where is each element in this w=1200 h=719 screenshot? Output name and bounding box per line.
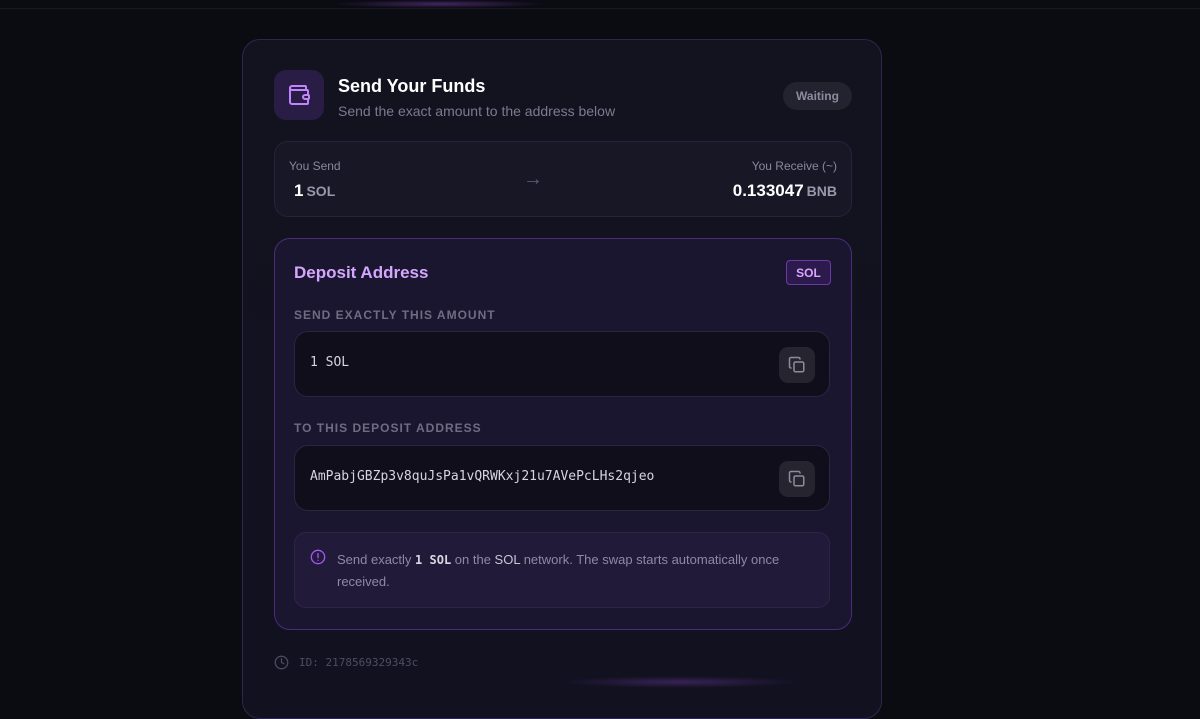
send-unit: SOL bbox=[306, 183, 336, 199]
notice-prefix: Send exactly bbox=[337, 552, 416, 567]
copy-icon bbox=[788, 470, 805, 487]
order-id-text: ID: 2178569329343c bbox=[299, 656, 419, 669]
receive-value: 0.133047 BNB bbox=[733, 181, 837, 201]
deposit-title: Deposit Address bbox=[294, 263, 429, 282]
notice-middle: on the bbox=[451, 552, 495, 567]
notice-box: Send exactly 1 SOL on the SOL network. T… bbox=[294, 532, 830, 608]
send-amount: 1 bbox=[294, 181, 304, 200]
top-bar bbox=[0, 0, 1200, 9]
address-value: AmPabjGBZp3v8quJsPa1vQRWKxj21u7AVePcLHs2… bbox=[310, 469, 655, 484]
chain-badge: SOL bbox=[786, 260, 831, 285]
receive-label: You Receive (~) bbox=[751, 159, 837, 173]
swap-summary: You Send 1 SOL → You Receive (~) 0.133047… bbox=[274, 141, 852, 217]
notice-network: SOL bbox=[494, 552, 521, 567]
copy-icon bbox=[788, 356, 805, 373]
amount-field: 1 SOL bbox=[294, 331, 830, 397]
wallet-icon-container bbox=[274, 70, 324, 120]
send-value: 1 SOL bbox=[294, 181, 335, 201]
arrow-right-icon: → bbox=[523, 168, 543, 190]
send-funds-card: Send Your Funds Send the exact amount to… bbox=[242, 39, 882, 719]
notice-text: Send exactly 1 SOL on the SOL network. T… bbox=[337, 549, 812, 593]
bottom-glow bbox=[560, 676, 800, 688]
order-id: ID: 2178569329343c bbox=[274, 655, 418, 670]
amount-value: 1 SOL bbox=[310, 355, 350, 370]
deposit-panel: Deposit Address SOL SEND EXACTLY THIS AM… bbox=[274, 238, 852, 630]
wallet-icon bbox=[289, 85, 310, 105]
copy-amount-button[interactable] bbox=[779, 347, 815, 383]
address-label: TO THIS DEPOSIT ADDRESS bbox=[294, 421, 482, 435]
copy-address-button[interactable] bbox=[779, 461, 815, 497]
address-field: AmPabjGBZp3v8quJsPa1vQRWKxj21u7AVePcLHs2… bbox=[294, 445, 830, 511]
status-badge: Waiting bbox=[783, 82, 852, 110]
send-label: You Send bbox=[289, 159, 341, 173]
receive-amount: 0.133047 bbox=[732, 181, 804, 200]
page-title: Send Your Funds bbox=[338, 76, 486, 96]
page-subtitle: Send the exact amount to the address bel… bbox=[338, 103, 616, 119]
top-glow bbox=[330, 0, 550, 8]
clock-icon bbox=[274, 655, 289, 670]
alert-circle-icon bbox=[310, 549, 326, 565]
receive-unit: BNB bbox=[806, 183, 837, 199]
amount-label: SEND EXACTLY THIS AMOUNT bbox=[294, 308, 496, 322]
notice-amount: 1 SOL bbox=[415, 553, 452, 567]
